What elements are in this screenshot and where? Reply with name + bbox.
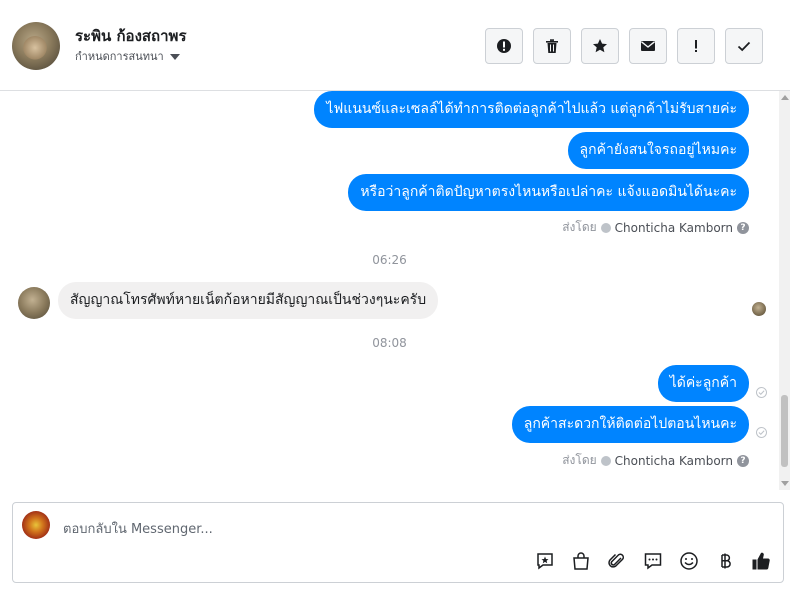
quick-reply-button[interactable] xyxy=(642,550,664,572)
conversation-header: ระพิน ก้องสถาพร กำหนดการสนทนา xyxy=(0,0,790,91)
incoming-message[interactable]: สัญญาณโทรศัพท์หายเน็ตก้อหายมีสัญญาณเป็นช… xyxy=(58,282,439,319)
outgoing-message[interactable]: หรือว่าลูกค้าติดปัญหาตรงไหนหรือเปล่าคะ แ… xyxy=(348,174,749,211)
emoji-icon xyxy=(680,552,698,570)
timestamp: 06:26 xyxy=(372,253,407,267)
shop-button[interactable] xyxy=(570,550,592,572)
contact-avatar-small[interactable] xyxy=(18,287,50,319)
sent-by-name: Chonticha Kamborn xyxy=(614,220,733,235)
emoji-button[interactable] xyxy=(678,550,700,572)
contact-name[interactable]: ระพิน ก้องสถาพร xyxy=(75,24,187,48)
caret-down-icon xyxy=(169,54,180,60)
delete-button[interactable] xyxy=(533,28,571,64)
attach-button[interactable] xyxy=(606,550,628,572)
timestamp: 08:08 xyxy=(372,336,407,350)
contact-avatar[interactable] xyxy=(12,22,60,70)
reply-composer[interactable]: ตอบกลับใน Messenger... xyxy=(12,502,784,583)
spam-icon xyxy=(497,39,511,53)
sent-by-info: ส่งโดย Chonticha Kamborn ? xyxy=(562,451,749,470)
follow-up-button[interactable] xyxy=(677,28,715,64)
saved-reply-button[interactable] xyxy=(534,550,556,572)
message-thread: ไฟแนนซ์และเซลล์ได้ทำการติดต่อลูกค้าไปแล้… xyxy=(0,91,779,490)
delivered-check-icon xyxy=(756,427,767,438)
sent-by-label: ส่งโดย xyxy=(562,220,597,234)
saved-reply-icon xyxy=(537,553,553,570)
sent-by-info: ส่งโดย Chonticha Kamborn ? xyxy=(562,218,749,237)
exclamation-icon xyxy=(695,40,697,52)
verified-icon xyxy=(600,222,611,233)
sent-by-label: ส่งโดย xyxy=(562,453,597,467)
mark-done-button[interactable] xyxy=(725,28,763,64)
check-icon xyxy=(737,41,751,52)
shop-bag-icon xyxy=(573,552,589,570)
outgoing-message[interactable]: ลูกค้าสะดวกให้ติดต่อไปตอนไหนคะ xyxy=(511,406,749,443)
like-button[interactable] xyxy=(750,550,772,572)
chat-bubble-icon xyxy=(644,553,662,570)
reply-input[interactable]: ตอบกลับใน Messenger... xyxy=(63,518,213,539)
envelope-icon xyxy=(641,41,655,51)
scrollbar-thumb[interactable] xyxy=(781,395,788,467)
help-icon[interactable]: ? xyxy=(737,221,749,234)
outgoing-message[interactable]: ลูกค้ายังสนใจรถอยู่ไหมคะ xyxy=(567,132,749,169)
page-avatar xyxy=(22,511,50,539)
assign-conversation-dropdown[interactable]: กำหนดการสนทนา xyxy=(75,47,180,65)
assign-conversation-label: กำหนดการสนทนา xyxy=(75,50,164,63)
sent-by-name: Chonticha Kamborn xyxy=(614,453,733,468)
help-icon[interactable]: ? xyxy=(737,454,749,467)
delivered-check-icon xyxy=(756,387,767,398)
outgoing-message[interactable]: ได้ค่ะลูกค้า xyxy=(657,365,749,402)
baht-icon xyxy=(721,553,731,569)
mark-unread-button[interactable] xyxy=(629,28,667,64)
trash-icon xyxy=(546,39,558,53)
payment-button[interactable] xyxy=(714,550,736,572)
scroll-down-arrow-icon[interactable] xyxy=(781,481,789,486)
thread-scrollbar[interactable] xyxy=(779,91,790,490)
scroll-up-arrow-icon[interactable] xyxy=(781,95,789,100)
outgoing-message[interactable]: ไฟแนนซ์และเซลล์ได้ทำการติดต่อลูกค้าไปแล้… xyxy=(314,91,749,128)
like-icon xyxy=(752,552,770,570)
seen-avatar xyxy=(752,302,766,316)
attachment-icon xyxy=(608,553,625,568)
star-icon xyxy=(593,39,607,53)
star-button[interactable] xyxy=(581,28,619,64)
verified-icon xyxy=(600,455,611,466)
mark-spam-button[interactable] xyxy=(485,28,523,64)
